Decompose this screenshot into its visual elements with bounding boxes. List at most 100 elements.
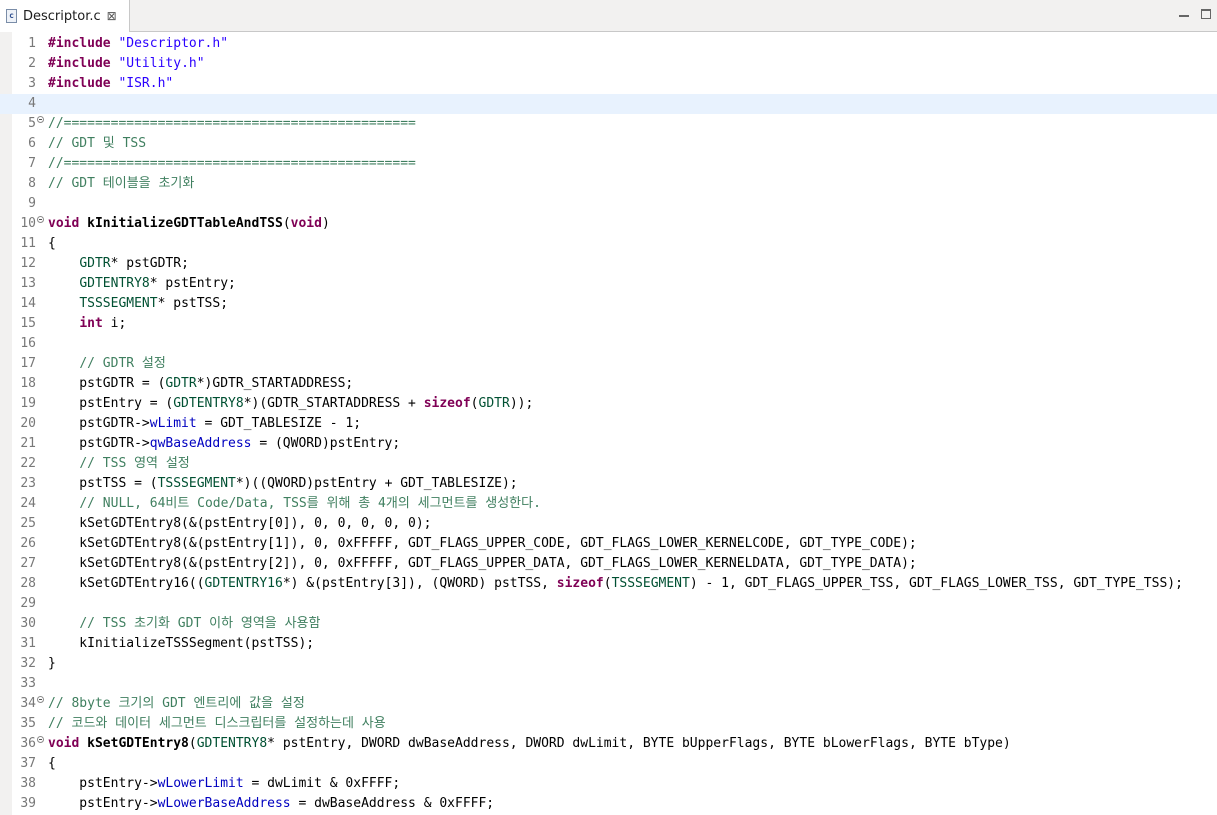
code-line[interactable]: 10 void kInitializeGDTTableAndTSS(void) — [0, 214, 1217, 234]
code-line[interactable]: 25 kSetGDTEntry8(&(pstEntry[0]), 0, 0, 0… — [0, 514, 1217, 534]
line-number: 25 — [20, 516, 36, 531]
code-line[interactable]: 6 // GDT 및 TSS — [0, 134, 1217, 154]
code-token: kSetGDTEntry8 — [87, 736, 189, 751]
editor-tab-bar: c Descriptor.c ⊠ — [0, 0, 1217, 32]
code-token: TSSSEGMENT — [611, 576, 690, 591]
tab-descriptor-c[interactable]: c Descriptor.c ⊠ — [0, 0, 130, 32]
code-token: GDTENTRY8 — [79, 276, 150, 291]
code-token: wLowerLimit — [157, 776, 244, 791]
code-line[interactable]: 23 pstTSS = (TSSSEGMENT*)((QWORD)pstEntr… — [0, 474, 1217, 494]
line-number: 9 — [28, 196, 36, 211]
c-file-icon: c — [6, 9, 17, 23]
code-line[interactable]: 9 — [0, 194, 1217, 214]
code-line[interactable]: 2 #include "Utility.h" — [0, 54, 1217, 74]
code-line[interactable]: 24 // NULL, 64비트 Code/Data, TSS를 위해 총 4개… — [0, 494, 1217, 514]
line-number: 37 — [20, 756, 36, 771]
code-text: pstEntry->wLowerBaseAddress = dwBaseAddr… — [48, 794, 494, 814]
code-line[interactable]: 1 #include "Descriptor.h" — [0, 34, 1217, 54]
code-token: wLimit — [149, 416, 197, 431]
code-text: // TSS 영역 설정 — [48, 454, 189, 474]
code-line[interactable]: 21 pstGDTR->qwBaseAddress = (QWORD)pstEn… — [0, 434, 1217, 454]
code-text: // TSS 초기화 GDT 이하 영역을 사용함 — [48, 614, 320, 634]
code-line[interactable]: 19 pstEntry = (GDTENTRY8*)(GDTR_STARTADD… — [0, 394, 1217, 414]
code-token: GDTR — [165, 376, 197, 391]
code-text: int i; — [48, 314, 126, 334]
line-number: 36 — [20, 736, 36, 751]
fold-collapse-icon[interactable] — [37, 696, 44, 703]
code-line[interactable]: 18 pstGDTR = (GDTR*)GDTR_STARTADDRESS; — [0, 374, 1217, 394]
code-line[interactable]: 7 //=====================================… — [0, 154, 1217, 174]
code-line[interactable]: 32} — [0, 654, 1217, 674]
code-token: // TSS 초기화 GDT 이하 영역을 사용함 — [79, 616, 321, 631]
line-number: 33 — [20, 676, 36, 691]
fold-collapse-icon[interactable] — [37, 216, 44, 223]
line-number: 12 — [20, 256, 36, 271]
code-token: ( — [188, 736, 197, 751]
code-line[interactable]: 8 // GDT 테이블을 초기화 — [0, 174, 1217, 194]
fold-collapse-icon[interactable] — [37, 736, 44, 743]
code-text: //======================================… — [48, 154, 416, 174]
code-token: *)((QWORD)pstEntry + GDT_TABLESIZE); — [235, 476, 518, 491]
code-line[interactable]: 26 kSetGDTEntry8(&(pstEntry[1]), 0, 0xFF… — [0, 534, 1217, 554]
line-number: 28 — [20, 576, 36, 591]
line-number: 23 — [20, 476, 36, 491]
code-line[interactable]: 5 //=====================================… — [0, 114, 1217, 134]
code-line[interactable]: 11 { — [0, 234, 1217, 254]
code-line[interactable]: 4 — [0, 94, 1217, 114]
code-token: sizeof — [423, 396, 471, 411]
line-number: 27 — [20, 556, 36, 571]
line-number: 11 — [20, 236, 36, 251]
code-text: // GDTR 설정 — [48, 354, 166, 374]
code-text: pstEntry = (GDTENTRY8*)(GDTR_STARTADDRES… — [48, 394, 533, 414]
code-line[interactable]: 35 // 코드와 데이터 세그먼트 디스크립터를 설정하는데 사용 — [0, 714, 1217, 734]
code-token: void — [48, 736, 80, 751]
code-token: TSSSEGMENT — [157, 476, 236, 491]
code-line[interactable]: 12 GDTR* pstGDTR; — [0, 254, 1217, 274]
code-line[interactable]: 3 #include "ISR.h" — [0, 74, 1217, 94]
fold-collapse-icon[interactable] — [37, 116, 44, 123]
code-line[interactable]: 38 pstEntry->wLowerLimit = dwLimit & 0xF… — [0, 774, 1217, 794]
code-token: // GDT 및 TSS — [48, 136, 147, 151]
code-line[interactable]: 29 — [0, 594, 1217, 614]
code-line[interactable]: 27 kSetGDTEntry8(&(pstEntry[2]), 0, 0xFF… — [0, 554, 1217, 574]
code-text: } — [48, 654, 56, 674]
code-text: pstGDTR->wLimit = GDT_TABLESIZE - 1; — [48, 414, 361, 434]
code-token: pstTSS = ( — [48, 476, 158, 491]
code-line[interactable]: 30 // TSS 초기화 GDT 이하 영역을 사용함 — [0, 614, 1217, 634]
code-editor[interactable]: 1 #include "Descriptor.h" 2 #include "Utili… — [0, 32, 1217, 815]
code-line[interactable]: 33 — [0, 674, 1217, 694]
code-token: *)(GDTR_STARTADDRESS + — [243, 396, 424, 411]
code-text: void kSetGDTEntry8(GDTENTRY8* pstEntry, … — [48, 734, 1011, 754]
code-token: ) — [321, 216, 330, 231]
code-text: GDTENTRY8* pstEntry; — [48, 274, 236, 294]
close-icon[interactable]: ⊠ — [107, 9, 117, 23]
line-number: 7 — [28, 156, 36, 171]
code-line[interactable]: 16 — [0, 334, 1217, 354]
code-line[interactable]: 36 void kSetGDTEntry8(GDTENTRY8* pstEntry… — [0, 734, 1217, 754]
code-line[interactable]: 13 GDTENTRY8* pstEntry; — [0, 274, 1217, 294]
tab-title: Descriptor.c — [23, 8, 101, 24]
code-text: kSetGDTEntry8(&(pstEntry[0]), 0, 0, 0, 0… — [48, 514, 431, 534]
code-line[interactable]: 15 int i; — [0, 314, 1217, 334]
code-text: pstGDTR->qwBaseAddress = (QWORD)pstEntry… — [48, 434, 400, 454]
code-line[interactable]: 31 kInitializeTSSSegment(pstTSS); — [0, 634, 1217, 654]
code-line[interactable]: 14 TSSSEGMENT* pstTSS; — [0, 294, 1217, 314]
minimize-icon[interactable] — [1179, 9, 1189, 17]
code-token: //======================================… — [48, 156, 416, 171]
code-line[interactable]: 17 // GDTR 설정 — [0, 354, 1217, 374]
code-line[interactable]: 28 kSetGDTEntry16((GDTENTRY16*) &(pstEnt… — [0, 574, 1217, 594]
code-line[interactable]: 22 // TSS 영역 설정 — [0, 454, 1217, 474]
code-line[interactable]: 20 pstGDTR->wLimit = GDT_TABLESIZE - 1; — [0, 414, 1217, 434]
code-token: = dwLimit & 0xFFFF; — [243, 776, 401, 791]
maximize-icon[interactable] — [1201, 9, 1211, 19]
code-line[interactable]: 34 // 8byte 크기의 GDT 엔트리에 값을 설정 — [0, 694, 1217, 714]
code-token: * pstTSS; — [157, 296, 229, 311]
code-line[interactable]: 39 pstEntry->wLowerBaseAddress = dwBaseA… — [0, 794, 1217, 814]
code-line[interactable]: 37 { — [0, 754, 1217, 774]
code-token: wLowerBaseAddress — [157, 796, 291, 811]
code-text: kSetGDTEntry8(&(pstEntry[2]), 0, 0xFFFFF… — [48, 554, 916, 574]
line-number: 3 — [28, 76, 36, 91]
